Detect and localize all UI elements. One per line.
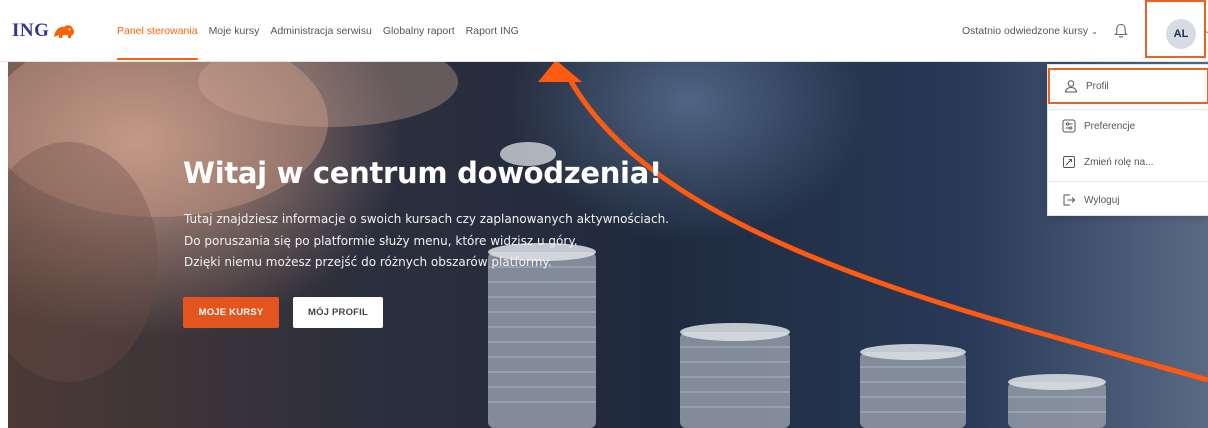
user-dropdown-menu: Profil Preferencje Zmień rolę na... Wylo… [1047,64,1208,216]
my-courses-button[interactable]: MOJE KURSY [183,297,279,328]
menu-item-logout[interactable]: Wyloguj [1048,182,1208,218]
nav-globalny-raport[interactable]: Globalny raport [383,0,455,62]
preferences-icon [1062,119,1076,133]
menu-item-label: Profil [1086,80,1109,92]
hero-text-line: Do poruszania się po platformie służy me… [184,234,578,248]
recent-courses-dropdown[interactable]: Ostatnio odwiedzone kursy ⌄ [962,0,1098,63]
avatar[interactable]: AL [1166,19,1196,49]
lion-icon [54,25,75,38]
recent-courses-label: Ostatnio odwiedzone kursy [962,25,1089,37]
hero-text-line: Tutaj znajdziesz informacje o swoich kur… [184,212,670,226]
chevron-down-icon[interactable]: ⌄ [1204,26,1208,35]
menu-item-preferences[interactable]: Preferencje [1048,108,1208,144]
menu-item-label: Zmień rolę na... [1084,156,1154,168]
menu-item-switch-role[interactable]: Zmień rolę na... [1048,144,1208,180]
chevron-down-icon: ⌄ [1091,27,1098,36]
hero-banner: Witaj w centrum dowodzenia! Tutaj znajdz… [8,62,1208,428]
switch-role-icon [1063,156,1075,168]
user-icon [1064,80,1078,93]
menu-item-profile[interactable]: Profil [1048,68,1208,104]
nav-administracja-serwisu[interactable]: Administracja serwisu [270,0,372,62]
top-navbar: ING Panel sterowania Moje kursy Administ… [0,0,1208,62]
menu-item-label: Preferencje [1084,120,1136,132]
ing-logo[interactable]: ING [12,20,76,42]
bell-icon[interactable] [1112,22,1130,40]
logout-icon [1063,194,1076,206]
logo-text: ING [12,20,50,41]
my-profile-button[interactable]: MÓJ PROFIL [293,297,383,328]
hero-text-line: Dzięki niemu możesz przejść do różnych o… [184,255,552,269]
nav-panel-sterowania[interactable]: Panel sterowania [117,0,198,62]
nav-raport-ing[interactable]: Raport ING [466,0,519,62]
main-nav: Panel sterowania Moje kursy Administracj… [117,0,530,62]
hero-title: Witaj w centrum dowodzenia! [183,156,662,190]
user-menu-toggle-highlight: AL ⌄ [1145,0,1208,58]
nav-moje-kursy[interactable]: Moje kursy [209,0,260,62]
menu-item-label: Wyloguj [1084,194,1120,206]
